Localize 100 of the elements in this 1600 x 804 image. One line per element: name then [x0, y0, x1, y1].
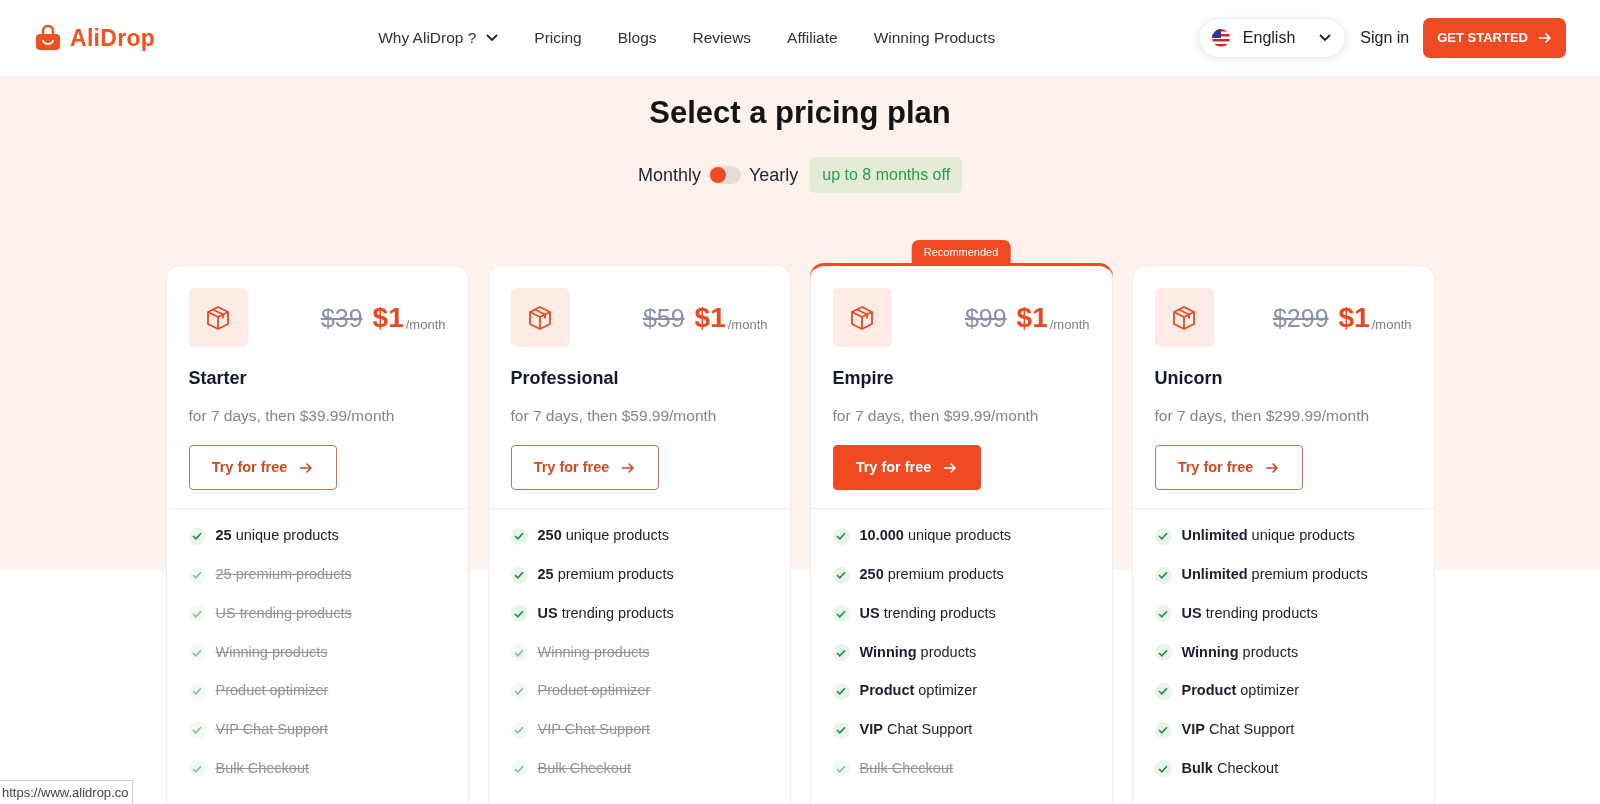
feature-text: 25 unique products: [215, 526, 339, 546]
feature-text: US trending products: [1181, 603, 1318, 623]
sign-in-link[interactable]: Sign in: [1360, 26, 1410, 50]
check-icon: [1154, 644, 1172, 662]
price: $1: [1016, 300, 1048, 335]
old-price: $299: [1272, 302, 1329, 334]
old-price: $99: [964, 302, 1007, 334]
feature-text: 250 premium products: [859, 565, 1004, 585]
feature-text: VIP Chat Support: [1181, 720, 1295, 740]
check-icon: [510, 760, 528, 778]
feature-text: Winning products: [1181, 642, 1299, 662]
try-for-free-button[interactable]: Try for free: [832, 445, 981, 491]
feature-text: US trending products: [215, 603, 352, 623]
page-title: Select a pricing plan: [649, 94, 951, 132]
check-icon: [832, 527, 850, 545]
old-price: $59: [642, 302, 685, 334]
billing-label: Monthly: [637, 163, 701, 187]
old-price: $39: [320, 302, 363, 334]
check-icon: [510, 644, 528, 662]
plan-name: Starter: [188, 367, 248, 391]
check-icon: [1154, 605, 1172, 623]
nav-link[interactable]: Blogs: [599, 20, 675, 56]
chevron-down-icon: [1319, 34, 1332, 42]
feature-text: Unlimited unique products: [1181, 526, 1355, 546]
price-period: /month: [405, 316, 446, 335]
plan-name: Unicorn: [1154, 367, 1224, 391]
check-icon: [188, 760, 206, 778]
check-icon: [832, 760, 850, 778]
get-started-button[interactable]: GET STARTED: [1423, 18, 1566, 58]
price: $1: [694, 300, 726, 335]
check-icon: [832, 721, 850, 739]
price: $1: [1338, 300, 1370, 335]
plan-subtitle: for 7 days, then $99.99/month: [832, 406, 1040, 427]
language-dropdown[interactable]: English: [1197, 18, 1347, 58]
check-icon: [832, 566, 850, 584]
arrow-right-icon: [621, 461, 636, 474]
status-url: https://www.alidrop.co: [0, 779, 134, 804]
try-for-free-button[interactable]: Try for free: [510, 445, 659, 491]
feature-text: Winning products: [537, 642, 650, 662]
nav-link[interactable]: Winning Products: [855, 20, 1014, 56]
check-icon: [510, 527, 528, 545]
check-icon: [1154, 760, 1172, 778]
flag-icon: [1210, 28, 1231, 48]
nav-link[interactable]: Pricing: [516, 20, 600, 56]
shopping-bag-icon: [34, 25, 62, 51]
box-icon: [849, 304, 875, 331]
check-icon: [832, 605, 850, 623]
feature-text: Product optimizer: [537, 681, 651, 701]
feature-text: 25 premium products: [537, 565, 674, 585]
arrow-right-icon: [1538, 32, 1552, 44]
try-for-free-button[interactable]: Try for free: [1154, 445, 1303, 491]
feature-text: Product optimizer: [859, 681, 978, 701]
try-for-free-button[interactable]: Try for free: [188, 445, 337, 491]
feature-text: US trending products: [859, 603, 996, 623]
plan-name: Professional: [510, 367, 620, 391]
check-icon: [188, 721, 206, 739]
check-icon: [188, 527, 206, 545]
nav-link[interactable]: Affiliate: [769, 20, 856, 56]
feature-text: Bulk Checkout: [215, 758, 309, 778]
check-icon: [510, 605, 528, 623]
discount-badge: up to 8 months off: [810, 157, 963, 194]
box-icon: [205, 304, 231, 331]
feature-text: Bulk Checkout: [1181, 758, 1279, 778]
box-icon: [527, 304, 553, 331]
feature-text: Winning products: [215, 642, 328, 662]
recommended-badge: Recommended: [911, 240, 1011, 266]
check-icon: [832, 644, 850, 662]
check-icon: [1154, 682, 1172, 700]
feature-text: VIP Chat Support: [215, 720, 329, 740]
price: $1: [372, 300, 404, 335]
plan-name: Empire: [832, 367, 895, 391]
logo-text[interactable]: AliDrop: [70, 20, 156, 56]
arrow-right-icon: [1265, 461, 1280, 474]
box-icon: [1171, 304, 1197, 331]
check-icon: [1154, 566, 1172, 584]
check-icon: [510, 682, 528, 700]
plan-subtitle: for 7 days, then $59.99/month: [510, 406, 718, 427]
arrow-right-icon: [299, 461, 314, 474]
feature-text: Product optimizer: [215, 681, 329, 701]
check-icon: [188, 682, 206, 700]
feature-text: VIP Chat Support: [859, 720, 973, 740]
price-period: /month: [1049, 316, 1090, 335]
feature-text: Bulk Checkout: [537, 758, 631, 778]
feature-text: VIP Chat Support: [537, 720, 651, 740]
feature-text: 25 premium products: [215, 565, 352, 585]
price-period: /month: [727, 316, 768, 335]
nav-link[interactable]: Why AliDrop ?: [360, 20, 517, 56]
feature-text: 10.000 unique products: [859, 526, 1012, 546]
feature-text: US trending products: [537, 603, 674, 623]
feature-text: Winning products: [859, 642, 977, 662]
feature-text: Product optimizer: [1181, 681, 1300, 701]
check-icon: [510, 566, 528, 584]
check-icon: [832, 682, 850, 700]
arrow-right-icon: [943, 461, 958, 474]
plan-subtitle: for 7 days, then $299.99/month: [1154, 406, 1371, 427]
feature-text: 250 unique products: [537, 526, 669, 546]
check-icon: [510, 721, 528, 739]
billing-label: Yearly: [748, 163, 799, 187]
nav-link[interactable]: Reviews: [674, 20, 770, 56]
check-icon: [1154, 721, 1172, 739]
